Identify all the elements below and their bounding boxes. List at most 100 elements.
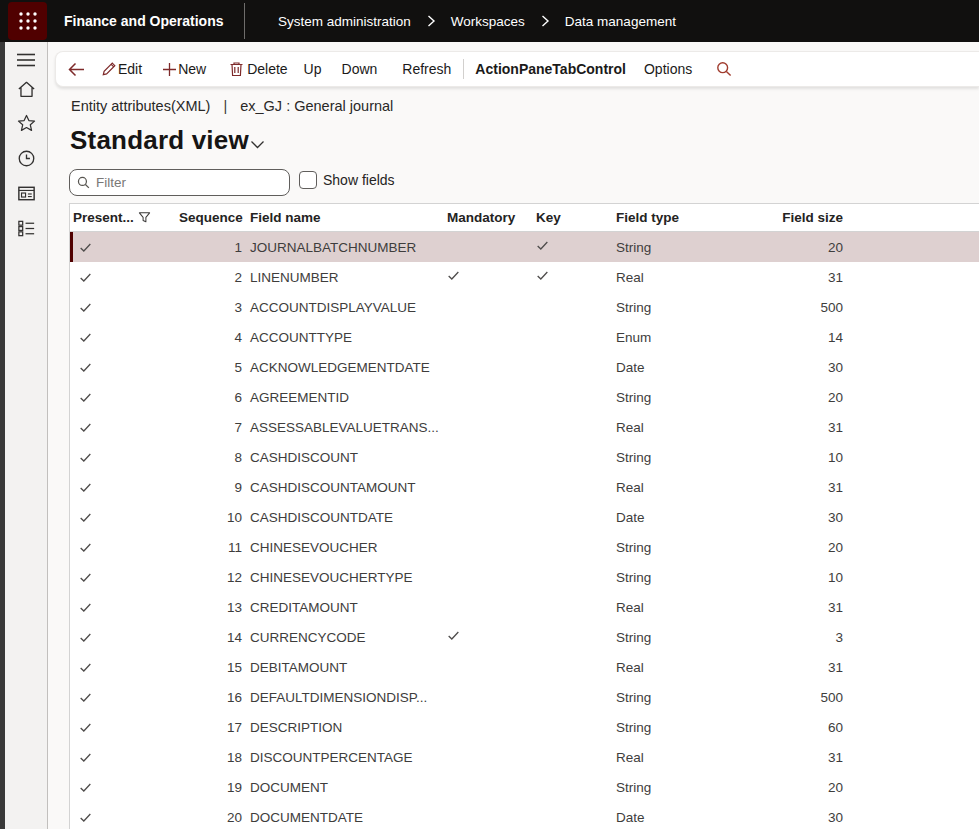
cell-mandatory	[444, 719, 531, 735]
cell-field-type: Real	[612, 750, 745, 765]
down-button[interactable]: Down	[342, 61, 378, 77]
cell-key	[531, 599, 612, 615]
mandatory-check-icon	[447, 629, 460, 642]
column-header-field-size[interactable]: Field size	[745, 210, 845, 225]
cell-mandatory	[444, 689, 531, 705]
form-window-icon[interactable]	[15, 182, 37, 204]
new-button[interactable]: New	[162, 61, 206, 77]
delete-button[interactable]: Delete	[229, 61, 287, 77]
table-row[interactable]: 16 DEFAULTDIMENSIONDISP... String 500	[70, 682, 979, 712]
table-row[interactable]: 11 CHINESEVOUCHER String 20	[70, 532, 979, 562]
show-fields-label[interactable]: Show fields	[323, 172, 395, 189]
table-row[interactable]: 13 CREDITAMOUNT Real 31	[70, 592, 979, 622]
cell-sequence: 19	[179, 780, 247, 795]
options-button[interactable]: Options	[644, 61, 692, 77]
cell-mandatory	[444, 629, 531, 645]
cell-present	[70, 661, 179, 674]
top-navigation-bar: Finance and Operations System administra…	[0, 0, 979, 42]
chevron-down-icon[interactable]	[250, 135, 265, 153]
table-row[interactable]: 8 CASHDISCOUNT String 10	[70, 442, 979, 472]
cell-field-name: CURRENCYCODE	[247, 630, 444, 645]
present-check-icon	[79, 691, 92, 704]
cell-sequence: 14	[179, 630, 247, 645]
favorites-star-icon[interactable]	[15, 112, 37, 134]
table-row[interactable]: 20 DOCUMENTDATE Date 30	[70, 802, 979, 829]
cell-field-size: 30	[745, 360, 845, 375]
refresh-button[interactable]: Refresh	[402, 61, 451, 77]
table-row[interactable]: 4 ACCOUNTTYPE Enum 14	[70, 322, 979, 352]
show-fields-checkbox[interactable]	[299, 171, 317, 189]
column-header-key[interactable]: Key	[531, 210, 612, 225]
table-row[interactable]: 18 DISCOUNTPERCENTAGE Real 31	[70, 742, 979, 772]
cell-key	[531, 449, 612, 465]
cell-mandatory	[444, 269, 531, 285]
filter-search-icon	[77, 176, 90, 189]
table-row[interactable]: 17 DESCRIPTION String 60	[70, 712, 979, 742]
cell-mandatory	[444, 659, 531, 675]
filter-funnel-icon[interactable]	[138, 211, 151, 224]
column-header-mandatory[interactable]: Mandatory	[444, 210, 531, 225]
search-button[interactable]	[716, 61, 732, 77]
cell-field-name: JOURNALBATCHNUMBER	[247, 240, 444, 255]
cell-field-name: DOCUMENTDATE	[247, 810, 444, 825]
cell-mandatory	[444, 749, 531, 765]
cell-present	[70, 361, 179, 374]
breadcrumb-workspaces[interactable]: Workspaces	[451, 14, 525, 29]
column-header-field-type[interactable]: Field type	[612, 210, 745, 225]
table-row[interactable]: 5 ACKNOWLEDGEMENTDATE Date 30	[70, 352, 979, 382]
table-row[interactable]: 7 ASSESSABLEVALUETRANS... Real 31	[70, 412, 979, 442]
edit-pencil-icon	[101, 61, 117, 77]
cell-sequence: 17	[179, 720, 247, 735]
table-row[interactable]: 10 CASHDISCOUNTDATE Date 30	[70, 502, 979, 532]
cell-present	[70, 271, 179, 284]
present-check-icon	[79, 781, 92, 794]
cell-field-type: String	[612, 540, 745, 555]
task-list-icon[interactable]	[15, 217, 37, 239]
cell-field-size: 20	[745, 390, 845, 405]
app-title[interactable]: Finance and Operations	[64, 0, 223, 42]
table-row[interactable]: 1 JOURNALBATCHNUMBER String 20	[70, 232, 979, 262]
cell-mandatory	[444, 509, 531, 525]
breadcrumb-data-management[interactable]: Data management	[565, 14, 676, 29]
table-row[interactable]: 3 ACCOUNTDISPLAYVALUE String 500	[70, 292, 979, 322]
recent-clock-icon[interactable]	[15, 147, 37, 169]
table-row[interactable]: 15 DEBITAMOUNT Real 31	[70, 652, 979, 682]
filter-input[interactable]: Filter	[69, 169, 290, 196]
menu-icon[interactable]	[15, 49, 37, 71]
action-pane-tab-control[interactable]: ActionPaneTabControl	[475, 61, 626, 77]
back-button[interactable]	[67, 61, 86, 78]
cell-field-type: String	[612, 390, 745, 405]
breadcrumb-system-administration[interactable]: System administration	[278, 14, 411, 29]
table-row[interactable]: 14 CURRENCYCODE String 3	[70, 622, 979, 652]
cell-field-name: ACCOUNTTYPE	[247, 330, 444, 345]
cell-field-name: LINENUMBER	[247, 270, 444, 285]
column-header-sequence[interactable]: Sequence	[179, 210, 247, 225]
home-icon[interactable]	[15, 78, 37, 100]
up-button[interactable]: Up	[304, 61, 322, 77]
present-check-icon	[79, 481, 92, 494]
cell-mandatory	[444, 419, 531, 435]
table-row[interactable]: 9 CASHDISCOUNTAMOUNT Real 31	[70, 472, 979, 502]
cell-sequence: 10	[179, 510, 247, 525]
cell-mandatory	[444, 359, 531, 375]
table-row[interactable]: 6 AGREEMENTID String 20	[70, 382, 979, 412]
cell-mandatory	[444, 569, 531, 585]
column-header-field-name[interactable]: Field name	[247, 210, 444, 225]
cell-mandatory	[444, 449, 531, 465]
table-row[interactable]: 19 DOCUMENT String 20	[70, 772, 979, 802]
cell-field-name: ACKNOWLEDGEMENTDATE	[247, 360, 444, 375]
cell-field-type: Real	[612, 600, 745, 615]
cell-field-size: 60	[745, 720, 845, 735]
table-row[interactable]: 12 CHINESEVOUCHERTYPE String 10	[70, 562, 979, 592]
edit-button[interactable]: Edit	[101, 61, 142, 77]
present-check-icon	[79, 601, 92, 614]
column-header-present[interactable]: Present...	[70, 210, 179, 225]
key-check-icon	[536, 239, 549, 252]
navigation-sidebar	[5, 42, 48, 829]
table-row[interactable]: 2 LINENUMBER Real 31	[70, 262, 979, 292]
cell-sequence: 7	[179, 420, 247, 435]
cell-present	[70, 691, 179, 704]
cell-field-type: Enum	[612, 330, 745, 345]
app-launcher-button[interactable]	[8, 2, 47, 40]
context-source: ex_GJ : General journal	[240, 98, 393, 114]
